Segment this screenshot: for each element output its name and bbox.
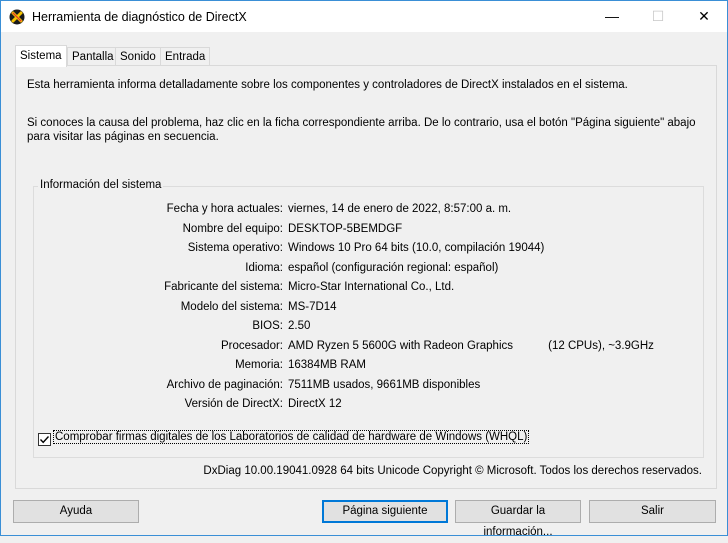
row-label: Archivo de paginación:: [166, 378, 283, 391]
row-value: Windows 10 Pro 64 bits (10.0, compilació…: [288, 242, 545, 254]
row-modelo: Modelo del sistema: MS-7D14: [34, 301, 703, 317]
row-value: viernes, 14 de enero de 2022, 8:57:00 a.…: [288, 203, 512, 215]
version-copyright: DxDiag 10.00.19041.0928 64 bits Unicode …: [203, 465, 702, 477]
save-info-button-label: Guardar la información...: [483, 505, 553, 538]
row-value: DESKTOP-5BEMDGF: [288, 222, 403, 235]
intro-instructions: Si conoces la causa del problema, haz cl…: [27, 117, 696, 143]
row-value: 2.50: [288, 320, 311, 332]
row-value: DirectX 12: [288, 398, 342, 410]
row-value: 16384MB RAM: [288, 359, 366, 371]
directx-app-icon: [9, 9, 25, 25]
help-button[interactable]: Ayuda: [13, 500, 139, 523]
row-fecha: Fecha y hora actuales: viernes, 14 de en…: [34, 203, 703, 219]
dxdiag-window: Herramienta de diagnóstico de DirectX — …: [0, 0, 728, 538]
row-value: Micro-Star International Co., Ltd.: [288, 281, 455, 293]
row-bios: BIOS: 2.50: [34, 320, 703, 336]
row-label: Fabricante del sistema:: [164, 281, 283, 293]
system-info-legend: Información del sistema: [38, 179, 164, 191]
row-label: Modelo del sistema:: [180, 300, 283, 313]
row-label: Idioma:: [245, 261, 283, 274]
row-label: Procesador:: [220, 339, 283, 352]
exit-button[interactable]: Salir: [589, 500, 716, 523]
row-label: BIOS:: [252, 320, 283, 332]
row-label: Versión de DirectX:: [184, 398, 283, 410]
title-bar[interactable]: Herramienta de diagnóstico de DirectX — …: [1, 1, 727, 32]
row-value: español (configuración regional: español…: [288, 261, 499, 274]
whql-checkbox[interactable]: [38, 433, 51, 446]
row-procesador: Procesador: AMD Ryzen 5 5600G with Radeo…: [34, 340, 703, 356]
tab-entrada[interactable]: Entrada: [160, 47, 211, 66]
row-value: MS-7D14: [288, 300, 337, 313]
row-label: Nombre del equipo:: [182, 222, 283, 235]
row-memoria: Memoria: 16384MB RAM: [34, 359, 703, 375]
row-fabricante: Fabricante del sistema: Micro-Star Inter…: [34, 281, 703, 297]
checkmark-icon: [39, 436, 50, 444]
row-idioma: Idioma: español (configuración regional:…: [34, 262, 703, 278]
row-label: Sistema operativo:: [187, 242, 283, 254]
row-paginacion: Archivo de paginación: 7511MB usados, 96…: [34, 379, 703, 395]
minimize-button[interactable]: —: [589, 1, 635, 32]
save-info-button[interactable]: Guardar la información...: [455, 500, 581, 538]
next-page-button[interactable]: Página siguiente: [322, 500, 448, 523]
maximize-button: ☐: [651, 8, 665, 24]
system-info-group: Información del sistema Fecha y hora act…: [33, 179, 704, 458]
row-sistema-operativo: Sistema operativo: Windows 10 Pro 64 bit…: [34, 242, 703, 258]
row-label: Fecha y hora actuales:: [166, 203, 283, 215]
tab-pantalla[interactable]: Pantalla: [67, 47, 119, 66]
tab-sistema[interactable]: Sistema: [15, 45, 67, 67]
row-nombre-equipo: Nombre del equipo: DESKTOP-5BEMDGF: [34, 223, 703, 239]
row-label: Memoria:: [235, 359, 283, 371]
whql-checkbox-label[interactable]: Comprobar firmas digitales de los Labora…: [52, 430, 530, 444]
exit-button-label: Salir: [640, 505, 664, 517]
tab-sonido[interactable]: Sonido: [115, 47, 161, 66]
help-button-label: Ayuda: [59, 505, 93, 517]
next-page-button-label: Página siguiente: [342, 505, 428, 517]
row-value: AMD Ryzen 5 5600G with Radeon Graphics (…: [288, 339, 654, 352]
row-directx-version: Versión de DirectX: DirectX 12: [34, 398, 703, 414]
close-button[interactable]: ✕: [681, 1, 727, 32]
sistema-panel: Esta herramienta informa detalladamente …: [15, 65, 717, 489]
intro-description: Esta herramienta informa detalladamente …: [27, 79, 628, 91]
row-value: 7511MB usados, 9661MB disponibles: [288, 378, 481, 391]
window-title: Herramienta de diagnóstico de DirectX: [32, 10, 247, 24]
